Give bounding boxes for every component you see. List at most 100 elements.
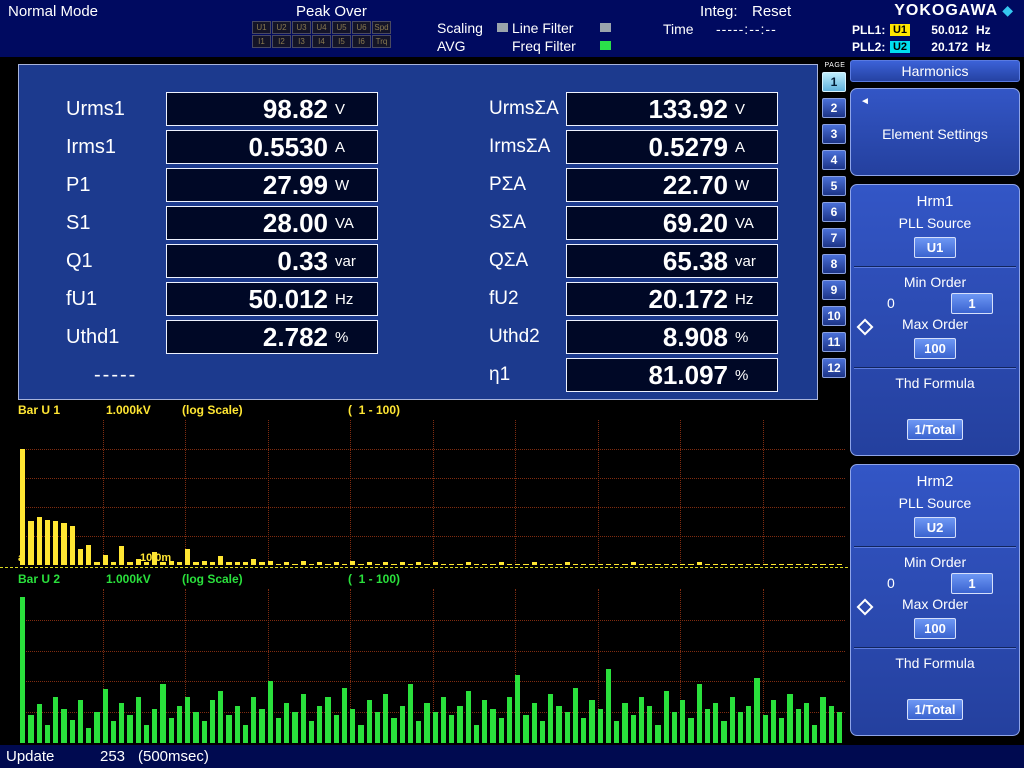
harmonic-bar: [441, 564, 446, 565]
hrm2-max-order-value[interactable]: 100: [914, 618, 956, 639]
page-button-6[interactable]: 6: [822, 202, 846, 222]
hrm1-min-order-value[interactable]: 1: [951, 293, 993, 314]
page-button-9[interactable]: 9: [822, 280, 846, 300]
page-button-5[interactable]: 5: [822, 176, 846, 196]
measurement-value-box: 27.99W: [166, 168, 378, 202]
measurement-row: QΣA65.38var: [489, 242, 778, 280]
scaling-label: Scaling: [437, 20, 483, 36]
page-button-12[interactable]: 12: [822, 358, 846, 378]
measurement-value: 0.5279: [575, 132, 728, 163]
harmonic-bar: [210, 700, 215, 743]
update-interval: (500msec): [138, 748, 209, 765]
harmonic-bar: [202, 561, 207, 565]
mode-indicator: Normal Mode: [8, 3, 98, 20]
hrm2-thd-formula-value[interactable]: 1/Total: [907, 699, 964, 720]
harmonic-bar: [573, 688, 578, 743]
harmonic-bar: [622, 703, 627, 743]
harmonic-bar: [763, 715, 768, 743]
measurement-label: -----: [66, 364, 194, 387]
hrm1-pll-source-value[interactable]: U1: [914, 237, 956, 258]
harmonic-bar: [523, 715, 528, 743]
harmonic-bar: [820, 564, 825, 565]
harmonic-bar: [466, 562, 471, 565]
grid-line-horizontal: [20, 478, 845, 479]
harmonic-bar: [441, 697, 446, 743]
hrm2-max-order-label: Max Order: [851, 594, 1019, 614]
hrm2-min-order-alt: 0: [887, 575, 895, 591]
harmonic-bar: [61, 709, 66, 743]
harmonic-bar: [276, 564, 281, 565]
harmonic-bar: [614, 564, 619, 565]
harmonic-bar: [20, 597, 25, 743]
peak-over-cell-spd: Spd: [372, 21, 391, 34]
measurement-label: Irms1: [66, 136, 166, 159]
measurement-row: P127.99W: [66, 166, 378, 204]
harmonic-bar: [730, 564, 735, 565]
harmonic-bar: [28, 521, 33, 565]
page-button-10[interactable]: 10: [822, 306, 846, 326]
harmonic-bar: [375, 712, 380, 743]
hrm2-min-order-value[interactable]: 1: [951, 573, 993, 594]
bottom-status-bar: Update 253 (500msec): [0, 745, 1024, 768]
harmonic-bar: [565, 562, 570, 565]
page-button-4[interactable]: 4: [822, 150, 846, 170]
measurement-label: Urms1: [66, 98, 166, 121]
measurement-label: QΣA: [489, 250, 566, 272]
measurement-row: Uthd28.908%: [489, 318, 778, 356]
peak-over-indicator-grid: U1U2U3U4U5U6SpdI1I2I3I4I5I6Trq: [252, 21, 391, 49]
harmonic-bar: [754, 564, 759, 565]
measurement-label: Uthd2: [489, 326, 566, 348]
peak-over-cell-trq: Trq: [372, 35, 391, 48]
measurement-row: -----: [66, 356, 378, 394]
measurement-value: 69.20: [575, 208, 728, 239]
measurement-unit: Hz: [735, 291, 769, 308]
peak-over-cell-i5: I5: [332, 35, 351, 48]
hrm1-max-order-value[interactable]: 100: [914, 338, 956, 359]
harmonic-bar: [639, 564, 644, 565]
harmonic-bar: [325, 697, 330, 743]
page-button-1[interactable]: 1: [822, 72, 846, 92]
measurement-unit: %: [735, 367, 769, 384]
harmonic-bar: [540, 721, 545, 743]
harmonic-bar: [672, 564, 677, 565]
harmonic-bar: [317, 562, 322, 565]
hrm2-pll-source-value[interactable]: U2: [914, 517, 956, 538]
harmonic-bar: [226, 715, 231, 743]
measurement-unit: VA: [735, 215, 769, 232]
page-button-8[interactable]: 8: [822, 254, 846, 274]
grid-line-vertical: [268, 420, 269, 565]
page-button-3[interactable]: 3: [822, 124, 846, 144]
hrm1-pll-source-label: PLL Source: [851, 213, 1019, 233]
page-button-11[interactable]: 11: [822, 332, 846, 352]
harmonic-bar: [268, 681, 273, 743]
chart2-scale-note: (log Scale): [182, 572, 243, 586]
harmonic-bar: [45, 520, 50, 565]
element-settings-button[interactable]: ◄ Element Settings: [850, 88, 1020, 176]
measurement-unit: var: [735, 253, 769, 270]
measurement-value-box: 0.5279A: [566, 130, 778, 164]
harmonic-bar: [688, 564, 693, 565]
harmonic-bar: [655, 564, 660, 565]
measurement-unit: %: [735, 329, 769, 346]
harmonic-bar: [589, 564, 594, 565]
page-button-2[interactable]: 2: [822, 98, 846, 118]
grid-line-vertical: [350, 420, 351, 565]
harmonic-bar: [400, 706, 405, 743]
harmonic-bar: [193, 712, 198, 743]
chart2-order-range: ( 1 - 100): [348, 572, 400, 586]
measurement-value-box: 20.172Hz: [566, 282, 778, 316]
harmonic-bar: [796, 709, 801, 743]
harmonic-bar: [639, 697, 644, 743]
measurement-label: UrmsΣA: [489, 98, 566, 120]
harmonic-bar: [474, 725, 479, 743]
page-button-7[interactable]: 7: [822, 228, 846, 248]
measurement-value-box: 69.20 VA: [566, 206, 778, 240]
measurement-value-box: 65.38var: [566, 244, 778, 278]
brand-diamond-icon: ◆: [1002, 2, 1014, 18]
harmonics-bar-chart-u2: Bar U 2 1.000kV (log Scale) ( 1 - 100): [0, 569, 848, 745]
harmonic-bar: [185, 549, 190, 565]
hrm1-min-order-row: 0 1: [851, 292, 1019, 314]
harmonic-bar: [688, 718, 693, 743]
hrm1-thd-formula-value[interactable]: 1/Total: [907, 419, 964, 440]
harmonic-bar: [655, 725, 660, 743]
